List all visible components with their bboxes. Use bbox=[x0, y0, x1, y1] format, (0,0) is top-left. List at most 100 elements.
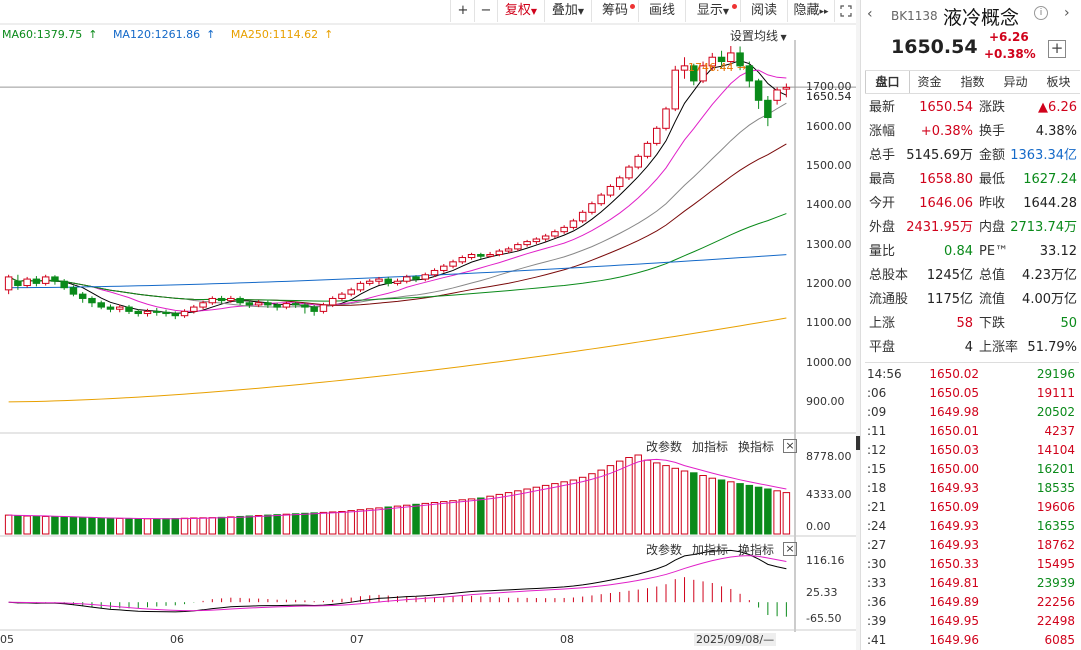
kline-chart[interactable] bbox=[0, 0, 858, 650]
volume-bar bbox=[69, 516, 78, 535]
change-params-button[interactable]: 改参数 bbox=[646, 438, 682, 455]
switch-indicator-button[interactable]: 换指标 bbox=[738, 541, 774, 558]
volume-bar bbox=[106, 517, 115, 535]
tab-zijin[interactable]: 资金 bbox=[908, 71, 951, 93]
tick-volume: 18535 bbox=[1036, 481, 1075, 495]
volume-bar bbox=[680, 470, 689, 535]
volume-bar bbox=[180, 517, 189, 535]
tab-bankuai[interactable]: 板块 bbox=[1037, 71, 1080, 93]
candle-body bbox=[282, 303, 291, 308]
price-tick-label: 1100.00 bbox=[806, 316, 852, 329]
quote-label: 流值 bbox=[979, 292, 1006, 307]
change-params-button[interactable]: 改参数 bbox=[646, 541, 682, 558]
candle-body bbox=[162, 311, 170, 315]
quote-row: 量比 0.84 PE™ 33.12 bbox=[869, 240, 1081, 264]
close-panel-icon[interactable]: × bbox=[783, 439, 797, 453]
volume-bar bbox=[532, 486, 541, 535]
tick-row: :36 1649.89 22256 bbox=[865, 593, 1079, 612]
quote-value: 4.23万亿 bbox=[1022, 268, 1077, 283]
candle-body bbox=[467, 254, 476, 259]
candle-body bbox=[569, 220, 578, 228]
quote-label: 最新 bbox=[869, 100, 896, 115]
volume-bar bbox=[14, 515, 22, 535]
quote-label: PE™ bbox=[979, 244, 1009, 259]
candle-body bbox=[14, 280, 22, 287]
volume-bar bbox=[727, 481, 735, 535]
candle-body bbox=[421, 274, 430, 280]
volume-bar bbox=[356, 509, 365, 535]
sidebar-tabs: 盘口 资金 指数 异动 板块 bbox=[865, 70, 1080, 94]
candle-body bbox=[606, 185, 615, 196]
price-tick-label: 900.00 bbox=[806, 395, 845, 408]
volume-bar bbox=[319, 511, 328, 535]
add-indicator-button[interactable]: 加指标 bbox=[692, 438, 728, 455]
tick-row: :30 1650.33 15495 bbox=[865, 555, 1079, 574]
volume-bar bbox=[291, 513, 300, 535]
add-watchlist-icon[interactable]: + bbox=[1048, 40, 1066, 58]
macd-tick-label: 116.16 bbox=[806, 554, 845, 567]
candle-body bbox=[78, 293, 87, 299]
volume-bar bbox=[560, 481, 568, 535]
volume-bar bbox=[745, 484, 754, 535]
tick-row: :39 1649.95 22498 bbox=[865, 612, 1079, 631]
quote-label: 昨收 bbox=[979, 196, 1006, 211]
candle-body bbox=[328, 297, 337, 306]
tick-row: :09 1649.98 20502 bbox=[865, 403, 1079, 422]
volume-bar bbox=[717, 479, 726, 535]
quote-value: 4.38% bbox=[1035, 124, 1077, 139]
candle-body bbox=[310, 306, 318, 312]
forward-chevron-icon[interactable]: › bbox=[1064, 5, 1070, 21]
tick-row: :41 1649.96 6085 bbox=[865, 631, 1079, 650]
candle-body bbox=[208, 297, 217, 304]
volume-bar bbox=[4, 514, 13, 535]
candle-body bbox=[134, 310, 142, 315]
candle-body bbox=[643, 142, 652, 157]
quote-value: 1175亿 bbox=[926, 292, 973, 307]
volume-bar bbox=[754, 486, 763, 535]
candle-body bbox=[671, 69, 680, 110]
tick-row: :33 1649.81 23939 bbox=[865, 574, 1079, 593]
macd-tick-label: 25.33 bbox=[806, 586, 838, 599]
back-chevron-icon[interactable]: ‹ bbox=[867, 6, 873, 22]
quote-label: 换手 bbox=[979, 124, 1006, 139]
info-icon[interactable]: i bbox=[1034, 6, 1048, 20]
candle-body bbox=[504, 248, 513, 252]
switch-indicator-button[interactable]: 换指标 bbox=[738, 438, 774, 455]
volume-bar bbox=[227, 516, 235, 535]
candle-body bbox=[541, 235, 550, 240]
tab-zhishu[interactable]: 指数 bbox=[951, 71, 994, 93]
volume-bar bbox=[171, 518, 180, 535]
volume-bar bbox=[421, 502, 430, 535]
quote-row: 最新 1650.54 涨跌 ▲6.26 bbox=[869, 96, 1081, 120]
candle-body bbox=[578, 211, 587, 222]
volume-bar bbox=[282, 513, 291, 535]
volume-bar bbox=[301, 512, 309, 535]
quote-value: 5145.69万 bbox=[906, 148, 973, 163]
candle-body bbox=[764, 99, 772, 119]
close-panel-icon[interactable]: × bbox=[783, 542, 797, 556]
candle-body bbox=[560, 226, 568, 233]
candle-body bbox=[291, 303, 300, 306]
candle-body bbox=[754, 80, 763, 101]
volume-bar bbox=[708, 477, 717, 535]
add-indicator-button[interactable]: 加指标 bbox=[692, 541, 728, 558]
volume-bar bbox=[477, 497, 485, 535]
quote-value: 2431.95万 bbox=[906, 220, 973, 235]
tab-pankou[interactable]: 盘口 bbox=[865, 71, 910, 93]
volume-bar bbox=[486, 495, 494, 535]
candle-body bbox=[199, 302, 207, 308]
volume-tick-label: 4333.00 bbox=[806, 488, 852, 501]
sector-name: 液冷概念 bbox=[943, 7, 1020, 29]
volume-bar bbox=[338, 511, 346, 535]
volume-bar bbox=[412, 503, 420, 535]
quote-row: 外盘 2431.95万 内盘 2713.74万 bbox=[869, 216, 1081, 240]
volume-bar bbox=[653, 462, 661, 535]
candle-body bbox=[227, 297, 235, 302]
volume-bar bbox=[190, 517, 198, 535]
volume-bar bbox=[625, 457, 633, 535]
candle-body bbox=[264, 302, 272, 306]
tick-price: 1650.09 bbox=[929, 500, 979, 514]
volume-bar bbox=[310, 512, 318, 535]
tab-yidong[interactable]: 异动 bbox=[994, 71, 1037, 93]
volume-bar bbox=[449, 500, 457, 535]
